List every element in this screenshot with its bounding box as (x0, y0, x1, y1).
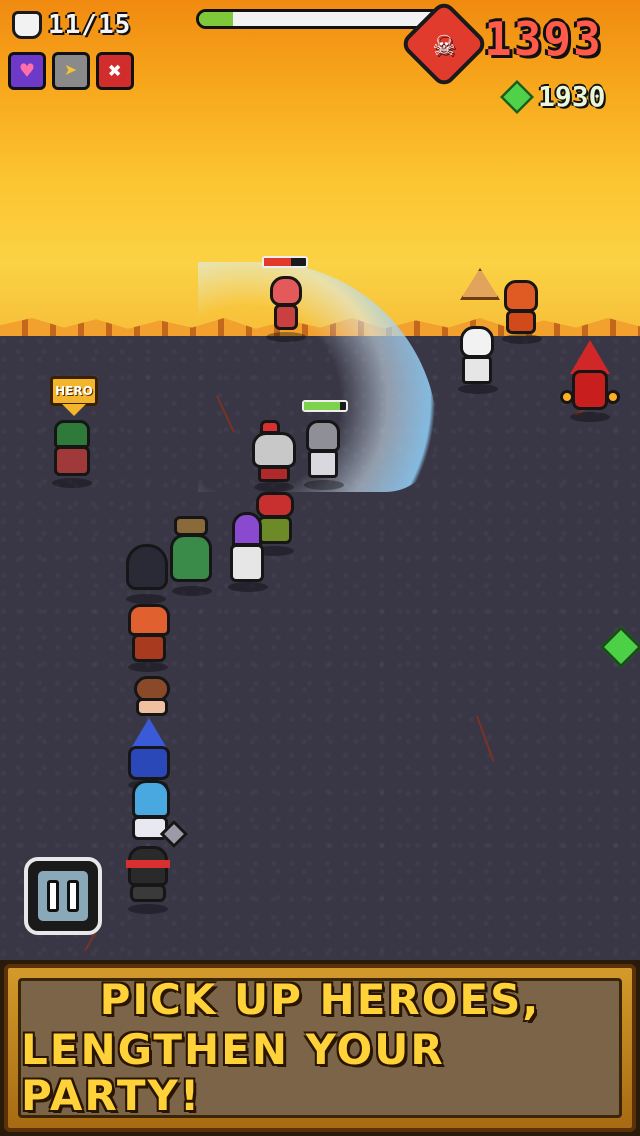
skeleton-enemy (452, 326, 502, 394)
party-member-roman-knight (248, 420, 300, 492)
enemy-health-bar (262, 256, 308, 268)
banner-frame: Pick up heroes, lengthen your party! (4, 964, 636, 1132)
banner-line-2: lengthen your party! (21, 1024, 445, 1121)
party-member-ninja-hood (122, 544, 172, 606)
bomb-powerup-icon[interactable]: ✖ (96, 52, 134, 90)
skull-icon: ☠ (433, 24, 455, 64)
gem-counter: 1930 (500, 79, 606, 114)
enemy-health-fill (264, 258, 292, 266)
party-member-red-ninja (122, 846, 174, 914)
promo-banner: Pick up heroes, lengthen your party! (0, 960, 640, 1136)
party-member-druid (164, 516, 218, 596)
kill-count: 1393 (484, 12, 603, 66)
party-count: 11/15 (48, 10, 132, 40)
hero-tag-arrow (62, 404, 86, 416)
heart-powerup-icon[interactable]: ♥ (8, 52, 46, 90)
pause-icon (35, 868, 91, 924)
banner-line-1: Pick up heroes, (99, 974, 541, 1024)
winged-boot-powerup-icon[interactable]: ➤ (52, 52, 90, 90)
armored-knight-enemy (300, 420, 350, 490)
powerup-bar: ♥ ➤ ✖ (8, 52, 134, 90)
enemy-health-fill (304, 402, 340, 410)
gem-count: 1930 (538, 80, 606, 113)
red-imp-enemy (264, 276, 308, 342)
fist-icon (12, 11, 42, 39)
party-counter: 11/15 (12, 10, 131, 40)
party-member-blue-mage (120, 718, 178, 790)
fire-wizard-enemy (560, 340, 620, 422)
experience-bar-fill (199, 12, 234, 26)
experience-bar (196, 9, 446, 29)
party-member-viking (122, 604, 176, 672)
game-scene[interactable]: HERO 11/15 ♥ ➤ ✖ ☠ 1393 1930 (0, 0, 640, 960)
party-member-monk (128, 676, 176, 722)
party-member-wizard-skeleton (222, 512, 274, 592)
enemy-health-bar (302, 400, 348, 412)
banner-panel: Pick up heroes, lengthen your party! (18, 974, 622, 1121)
fire-demon-enemy (498, 280, 542, 344)
gem-icon (500, 79, 534, 114)
recruitable-hero[interactable] (44, 420, 104, 490)
party-member-ice-knight (124, 780, 189, 852)
hero-tag-label: HERO (50, 376, 98, 406)
pause-button[interactable] (24, 857, 102, 935)
